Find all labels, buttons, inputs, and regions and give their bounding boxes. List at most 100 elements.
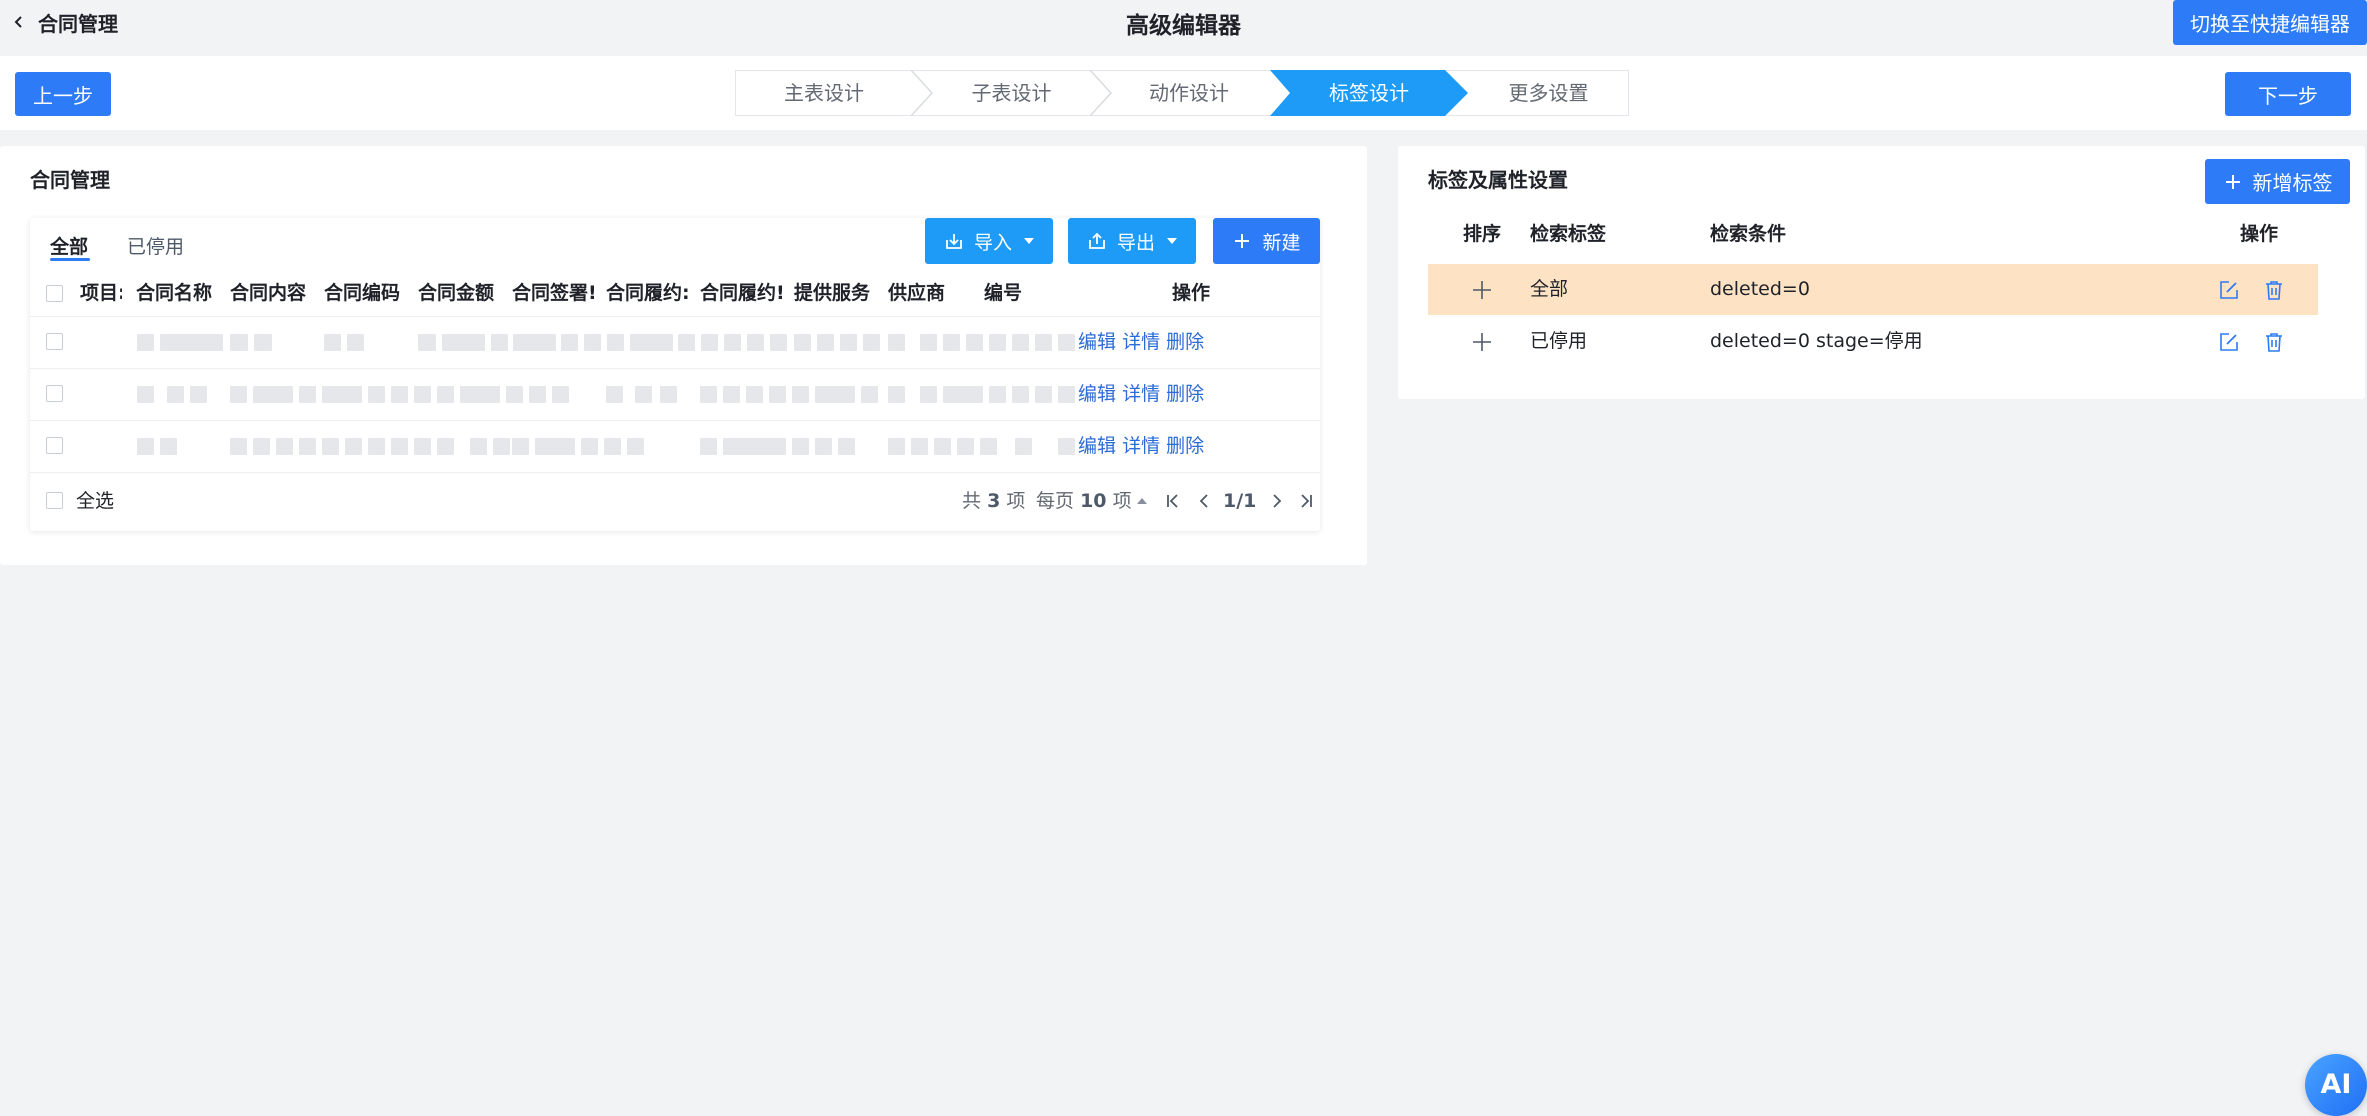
- total-suffix: 项: [1006, 490, 1026, 512]
- step-main-table[interactable]: 主表设计: [735, 70, 913, 116]
- tag-settings-title: 标签及属性设置: [1428, 168, 1568, 192]
- masked-cell: [254, 334, 272, 351]
- steps-bar: 上一步 主表设计 子表设计 动作设计 标签设计 更多设置 下一步: [0, 56, 2367, 130]
- switch-editor-button[interactable]: 切换至快捷编辑器: [2173, 0, 2367, 45]
- column-header: 编号: [984, 282, 1023, 304]
- masked-cell: [552, 386, 569, 403]
- delete-link[interactable]: 删除: [1166, 383, 1204, 405]
- step-sub-table[interactable]: 子表设计: [913, 70, 1110, 116]
- masked-cell: [920, 334, 937, 351]
- masked-cell: [630, 334, 673, 351]
- tab-all[interactable]: 全部: [50, 232, 88, 259]
- masked-cell: [368, 386, 385, 403]
- tab-disabled[interactable]: 已停用: [127, 232, 184, 259]
- column-header: 合同履约!: [700, 282, 782, 304]
- masked-cell: [1058, 438, 1075, 455]
- masked-cell: [701, 334, 718, 351]
- plus-icon: [1235, 234, 1250, 248]
- masked-cell: [347, 334, 364, 351]
- masked-cell: [230, 386, 247, 403]
- step-tag[interactable]: 标签设计: [1280, 70, 1458, 116]
- row-checkbox[interactable]: [46, 333, 63, 350]
- step-action[interactable]: 动作设计: [1091, 70, 1287, 116]
- tag-row[interactable]: 全部 deleted=0: [1428, 264, 2318, 315]
- chevron-left-icon: [14, 16, 22, 28]
- masked-cell: [1012, 386, 1029, 403]
- table-header: 项目: 合同名称 合同内容 合同编码 合同金额 合同签署! 合同履约: 合同履约…: [30, 270, 1320, 317]
- table-panel: 全部 已停用 导入 导出 新建 项目: 合同名称 合同内容 合同编码 合同金额 …: [30, 218, 1320, 531]
- delete-icon[interactable]: [2263, 331, 2285, 353]
- masked-cell: [1058, 334, 1075, 351]
- masked-cell: [943, 386, 983, 403]
- drag-handle-icon[interactable]: [1472, 332, 1492, 352]
- masked-cell: [838, 438, 855, 455]
- export-icon: [1089, 232, 1105, 249]
- step-more[interactable]: 更多设置: [1468, 70, 1629, 116]
- caret-up-icon[interactable]: [1135, 491, 1149, 511]
- edit-link[interactable]: 编辑: [1078, 435, 1116, 457]
- column-header-condition: 检索条件: [1710, 223, 1787, 245]
- next-page-icon[interactable]: [1267, 491, 1287, 511]
- drag-handle-icon[interactable]: [1472, 280, 1492, 300]
- masked-cell: [770, 334, 787, 351]
- add-tag-button[interactable]: 新增标签: [2205, 159, 2350, 204]
- masked-cell: [934, 438, 951, 455]
- column-header: 合同金额: [418, 282, 495, 304]
- row-checkbox[interactable]: [46, 437, 63, 454]
- prev-step-button[interactable]: 上一步: [15, 72, 111, 116]
- masked-cell: [160, 334, 223, 351]
- detail-link[interactable]: 详情: [1122, 383, 1160, 405]
- export-button[interactable]: 导出: [1068, 218, 1196, 264]
- masked-cell: [840, 334, 857, 351]
- masked-cell: [322, 438, 339, 455]
- masked-cell: [414, 386, 431, 403]
- edit-icon[interactable]: [2218, 279, 2240, 301]
- masked-cell: [888, 334, 905, 351]
- masked-cell: [723, 438, 786, 455]
- masked-cell: [506, 386, 523, 403]
- masked-cell: [888, 386, 905, 403]
- masked-cell: [957, 438, 974, 455]
- delete-link[interactable]: 删除: [1166, 435, 1204, 457]
- new-label: 新建: [1262, 231, 1301, 254]
- back-link[interactable]: 合同管理: [12, 8, 118, 36]
- masked-cell: [230, 334, 248, 351]
- column-header: 供应商: [888, 282, 946, 304]
- edit-link[interactable]: 编辑: [1078, 383, 1116, 405]
- masked-cell: [493, 438, 510, 455]
- row-checkbox[interactable]: [46, 385, 63, 402]
- tag-settings-card: 标签及属性设置 新增标签 排序 检索标签 检索条件 操作 全部 deleted=…: [1398, 146, 2365, 399]
- select-all-checkbox[interactable]: [46, 492, 63, 509]
- masked-cell: [1012, 334, 1029, 351]
- masked-cell: [817, 334, 834, 351]
- masked-cell: [792, 438, 809, 455]
- detail-link[interactable]: 详情: [1122, 331, 1160, 353]
- masked-cell: [606, 386, 623, 403]
- detail-link[interactable]: 详情: [1122, 435, 1160, 457]
- masked-cell: [299, 438, 316, 455]
- header-checkbox[interactable]: [46, 285, 63, 302]
- masked-cell: [190, 386, 207, 403]
- page-size-selector[interactable]: 每页 10 项: [1036, 478, 1132, 524]
- edit-icon[interactable]: [2218, 331, 2240, 353]
- masked-cell: [418, 334, 436, 351]
- masked-cell: [627, 438, 644, 455]
- prev-page-icon[interactable]: [1194, 491, 1214, 511]
- last-page-icon[interactable]: [1296, 491, 1316, 511]
- next-step-button[interactable]: 下一步: [2225, 72, 2351, 116]
- caret-down-icon: [1024, 238, 1034, 244]
- tag-name: 已停用: [1530, 330, 1588, 352]
- delete-link[interactable]: 删除: [1166, 331, 1204, 353]
- masked-cell: [700, 438, 717, 455]
- ai-assistant-button[interactable]: AI: [2305, 1054, 2367, 1116]
- masked-cell: [324, 334, 341, 351]
- delete-icon[interactable]: [2263, 279, 2285, 301]
- tag-row[interactable]: 已停用 deleted=0 stage=停用: [1428, 316, 2318, 367]
- page-title: 高级编辑器: [1126, 13, 1241, 39]
- first-page-icon[interactable]: [1163, 491, 1183, 511]
- column-header-action: 操作: [2240, 223, 2279, 245]
- import-button[interactable]: 导入: [925, 218, 1053, 264]
- edit-link[interactable]: 编辑: [1078, 331, 1116, 353]
- masked-cell: [253, 386, 293, 403]
- new-button[interactable]: 新建: [1213, 218, 1320, 264]
